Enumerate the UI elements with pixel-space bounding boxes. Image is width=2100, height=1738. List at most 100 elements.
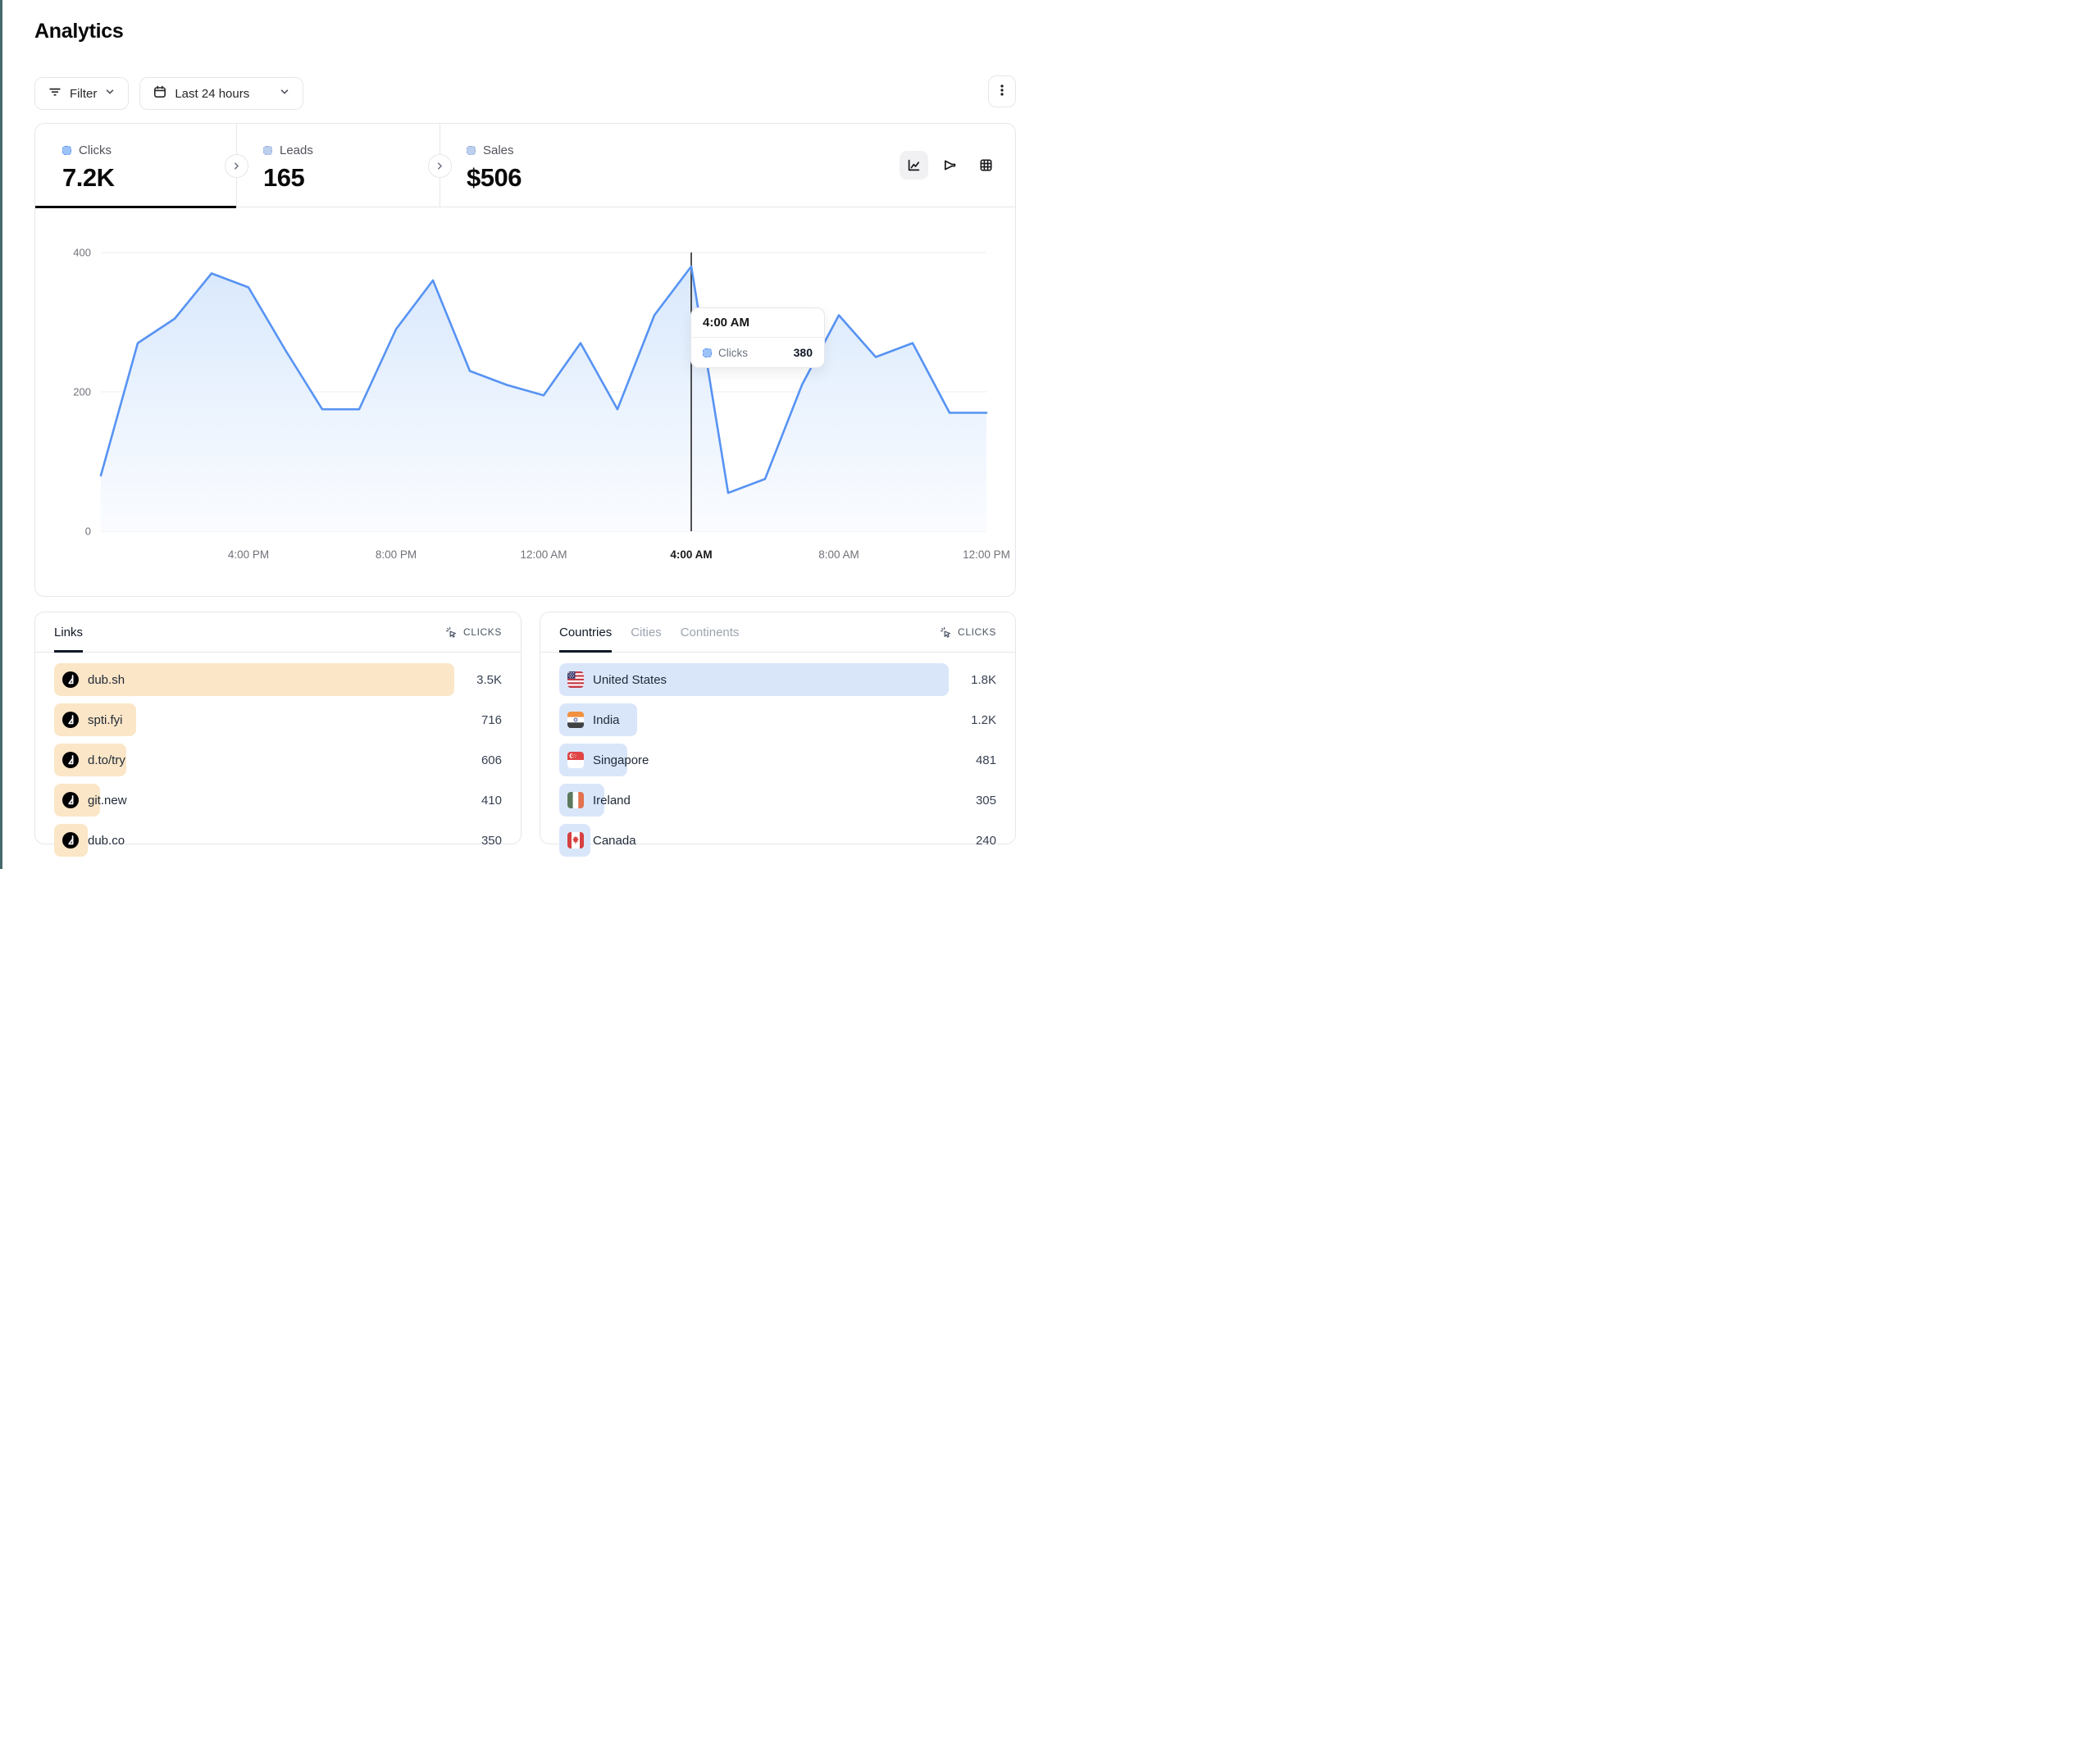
country-label: Ireland (593, 794, 631, 808)
country-row[interactable]: Canada 240 (559, 824, 996, 857)
link-row[interactable]: dub.co 350 (54, 824, 502, 857)
svg-text:200: 200 (73, 386, 91, 398)
svg-text:8:00 AM: 8:00 AM (818, 548, 859, 561)
date-range-button[interactable]: Last 24 hours (139, 77, 303, 110)
svg-text:12:00 PM: 12:00 PM (963, 548, 1010, 561)
analytics-chart-card: Clicks 7.2K Leads 165 (34, 123, 1016, 597)
clicks-legend-square-icon (703, 348, 712, 357)
metric-tab-clicks[interactable]: Clicks 7.2K (35, 124, 236, 207)
link-clicks-value: 350 (481, 824, 502, 857)
line-chart-view-button[interactable] (900, 151, 928, 180)
table-view-button[interactable] (972, 151, 1000, 180)
tab-countries[interactable]: Countries (559, 612, 612, 652)
links-list: dub.sh 3.5K spti.fyi 716 d.to/try 606 (35, 653, 521, 857)
link-row[interactable]: dub.sh 3.5K (54, 663, 502, 696)
country-clicks-value: 1.2K (971, 703, 996, 736)
country-clicks-value: 481 (976, 744, 996, 776)
chart-type-toggle (900, 151, 1000, 180)
metric-tab-sales[interactable]: Sales $506 (440, 124, 643, 207)
links-panel: Links CLICKS dub.sh 3.5K (34, 612, 522, 844)
tooltip-time: 4:00 AM (691, 308, 824, 338)
metric-tab-value: 165 (263, 163, 440, 193)
expand-clicks-button[interactable] (225, 154, 248, 178)
adjacent-panel-edge (0, 0, 2, 869)
country-label: United States (593, 673, 667, 687)
india-flag-icon (567, 712, 584, 728)
filter-button[interactable]: Filter (34, 77, 129, 110)
ireland-flag-icon (567, 792, 584, 808)
cursor-click-icon (445, 626, 458, 639)
links-metric-label: CLICKS (463, 626, 502, 638)
dub-logo-icon (62, 671, 79, 688)
country-label: Canada (593, 834, 636, 848)
link-label: spti.fyi (88, 713, 123, 727)
tooltip-value: 380 (794, 346, 813, 359)
svg-text:4:00 AM: 4:00 AM (670, 548, 712, 561)
more-options-button[interactable] (988, 75, 1016, 107)
dub-logo-icon (62, 752, 79, 768)
country-clicks-value: 1.8K (971, 663, 996, 696)
link-label: dub.co (88, 834, 125, 848)
link-row[interactable]: spti.fyi 716 (54, 703, 502, 736)
country-row[interactable]: Singapore 481 (559, 744, 996, 776)
tab-links[interactable]: Links (54, 612, 83, 652)
grid-table-icon (978, 157, 994, 173)
tab-continents[interactable]: Continents (681, 612, 740, 652)
chevron-right-icon (435, 161, 445, 171)
countries-metric-header[interactable]: CLICKS (940, 626, 996, 639)
metric-tab-label: Leads (280, 143, 313, 157)
date-range-label: Last 24 hours (175, 87, 249, 101)
country-row[interactable]: India 1.2K (559, 703, 996, 736)
link-row[interactable]: d.to/try 606 (54, 744, 502, 776)
chevron-down-icon (279, 86, 290, 101)
link-clicks-value: 3.5K (476, 663, 502, 696)
page-title: Analytics (34, 20, 123, 43)
clicks-area-chart[interactable]: 02004004:00 PM8:00 PM12:00 AM4:00 AM8:00… (35, 207, 1015, 596)
svg-text:400: 400 (73, 247, 91, 259)
clicks-legend-square-icon (62, 146, 71, 155)
filter-button-label: Filter (70, 87, 97, 101)
us-flag-icon (567, 671, 584, 688)
funnel-chart-view-button[interactable] (936, 151, 964, 180)
link-row[interactable]: git.new 410 (54, 784, 502, 817)
dots-vertical-icon (995, 83, 1009, 100)
svg-text:8:00 PM: 8:00 PM (376, 548, 417, 561)
link-clicks-value: 410 (481, 784, 502, 817)
area-chart-canvas: 02004004:00 PM8:00 PM12:00 AM4:00 AM8:00… (35, 207, 1015, 596)
svg-text:4:00 PM: 4:00 PM (228, 548, 269, 561)
links-metric-header[interactable]: CLICKS (445, 626, 502, 639)
link-label: dub.sh (88, 673, 125, 687)
countries-panel: Countries Cities Continents CLICKS Unite… (540, 612, 1016, 844)
toolbar: Filter Last 24 hours (34, 77, 303, 110)
tab-cities[interactable]: Cities (631, 612, 662, 652)
country-label: Singapore (593, 753, 649, 767)
metric-tab-leads[interactable]: Leads 165 (236, 124, 440, 207)
funnel-chart-icon (942, 157, 958, 173)
analytics-page: Analytics Filter Last 24 hours (0, 0, 1050, 869)
country-clicks-value: 305 (976, 784, 996, 817)
calendar-icon (153, 84, 167, 102)
dub-logo-icon (62, 792, 79, 808)
metric-tab-value: 7.2K (62, 163, 236, 193)
link-label: git.new (88, 794, 127, 808)
chevron-right-icon (231, 161, 242, 171)
metric-tabs: Clicks 7.2K Leads 165 (35, 124, 1015, 207)
countries-metric-label: CLICKS (958, 626, 996, 638)
dub-logo-icon (62, 832, 79, 849)
country-row[interactable]: Ireland 305 (559, 784, 996, 817)
expand-leads-button[interactable] (428, 154, 452, 178)
link-clicks-value: 716 (481, 703, 502, 736)
metric-tab-value: $506 (467, 163, 643, 193)
dub-logo-icon (62, 712, 79, 728)
country-clicks-value: 240 (976, 824, 996, 857)
link-label: d.to/try (88, 753, 125, 767)
svg-text:0: 0 (85, 525, 91, 538)
chart-tooltip: 4:00 AM Clicks 380 (690, 307, 825, 368)
singapore-flag-icon (567, 752, 584, 768)
countries-list: United States 1.8K India 1.2K Singapore … (540, 653, 1015, 857)
country-row[interactable]: United States 1.8K (559, 663, 996, 696)
cursor-click-icon (940, 626, 952, 639)
tooltip-series-label: Clicks (718, 347, 787, 359)
link-clicks-value: 606 (481, 744, 502, 776)
leads-legend-square-icon (263, 146, 272, 155)
